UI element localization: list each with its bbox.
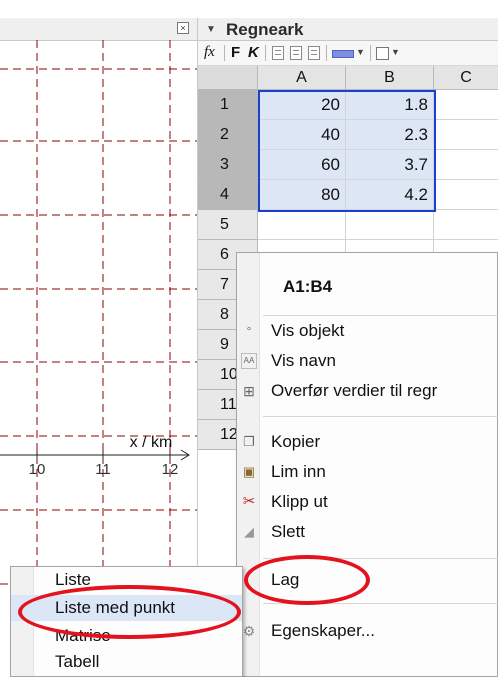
cell-a5[interactable] [258, 210, 346, 240]
cell-a2[interactable]: 40 [258, 120, 346, 150]
align-left-icon[interactable] [272, 46, 284, 60]
color-swatch-icon[interactable] [332, 50, 354, 58]
eraser-icon: ◢ [244, 524, 254, 539]
column-header-b[interactable]: B [346, 66, 434, 90]
spreadsheet-toolbar: fx F K ▼ ▼ [197, 41, 498, 66]
row-header[interactable]: 4 [198, 180, 258, 210]
cell-b4[interactable]: 4.2 [346, 180, 434, 210]
cell-c2[interactable] [434, 120, 498, 150]
paste-icon: ▣ [242, 464, 256, 479]
chevron-down-icon[interactable]: ▼ [391, 47, 400, 57]
menu-item-cut[interactable]: ✂ Klipp ut [237, 487, 498, 517]
italic-button[interactable]: K [248, 44, 259, 62]
fx-button[interactable]: fx [204, 44, 215, 62]
copy-icon: ❐ [243, 434, 255, 449]
menu-item-properties[interactable]: ⚙ Egenskaper... [237, 616, 498, 646]
x-axis-label: x / km [130, 434, 173, 451]
chevron-down-icon[interactable]: ▼ [356, 47, 365, 57]
corner-cell[interactable] [198, 66, 258, 90]
row-header[interactable]: 5 [198, 210, 258, 240]
column-header-c[interactable]: C [434, 66, 498, 90]
show-label-icon: AA [241, 353, 257, 369]
context-menu: A1:B4 ° Vis objekt AA Vis navn ⊞ Overfør… [236, 252, 498, 677]
x-tick-label: 12 [162, 461, 179, 478]
cell-a1[interactable]: 20 [258, 90, 346, 120]
submenu-item-table[interactable]: Tabell [11, 649, 242, 675]
submenu-item-matrix[interactable]: Matrise [11, 623, 242, 649]
cell-b5[interactable] [346, 210, 434, 240]
menu-item-create[interactable]: Lag [237, 565, 498, 595]
submenu-item-list[interactable]: Liste [11, 567, 242, 593]
show-object-icon: ° [246, 324, 252, 338]
cell-b3[interactable]: 3.7 [346, 150, 434, 180]
spreadsheet-title: Regneark [226, 20, 304, 39]
align-center-icon[interactable] [290, 46, 302, 60]
menu-item-show-object[interactable]: ° Vis objekt [237, 316, 498, 346]
cell-b2[interactable]: 2.3 [346, 120, 434, 150]
create-submenu: Liste Liste med punkt Matrise Tabell [10, 566, 243, 677]
cell-a3[interactable]: 60 [258, 150, 346, 180]
menu-item-transfer-values[interactable]: ⊞ Overfør verdier til regr [237, 376, 498, 406]
cell-c5[interactable] [434, 210, 498, 240]
cell-c3[interactable] [434, 150, 498, 180]
cell-b1[interactable]: 1.8 [346, 90, 434, 120]
bold-button[interactable]: F [231, 44, 240, 62]
graphics-titlebar: × [0, 18, 197, 41]
submenu-item-list-of-points[interactable]: Liste med punkt [11, 595, 242, 621]
row-header[interactable]: 3 [198, 150, 258, 180]
close-icon[interactable]: × [177, 22, 189, 34]
row-header[interactable]: 1 [198, 90, 258, 120]
triangle-down-icon[interactable]: ▼ [206, 24, 216, 35]
context-menu-title: A1:B4 [283, 277, 333, 296]
cell-c1[interactable] [434, 90, 498, 120]
table-icon: ⊞ [243, 383, 255, 399]
x-tick-label: 11 [95, 461, 111, 478]
spreadsheet-titlebar[interactable]: ▼ Regneark [197, 18, 498, 41]
x-tick-label: 10 [29, 461, 46, 478]
border-icon[interactable] [376, 47, 389, 60]
cell-a4[interactable]: 80 [258, 180, 346, 210]
gear-icon: ⚙ [242, 623, 256, 639]
column-header-a[interactable]: A [258, 66, 346, 90]
menu-item-delete[interactable]: ◢ Slett [237, 517, 498, 547]
menu-item-show-label[interactable]: AA Vis navn [237, 346, 498, 376]
row-header[interactable]: 2 [198, 120, 258, 150]
scissors-icon: ✂ [242, 493, 256, 510]
menu-item-copy[interactable]: ❐ Kopier [237, 427, 498, 457]
cell-c4[interactable] [434, 180, 498, 210]
align-right-icon[interactable] [308, 46, 320, 60]
menu-item-paste[interactable]: ▣ Lim inn [237, 457, 498, 487]
